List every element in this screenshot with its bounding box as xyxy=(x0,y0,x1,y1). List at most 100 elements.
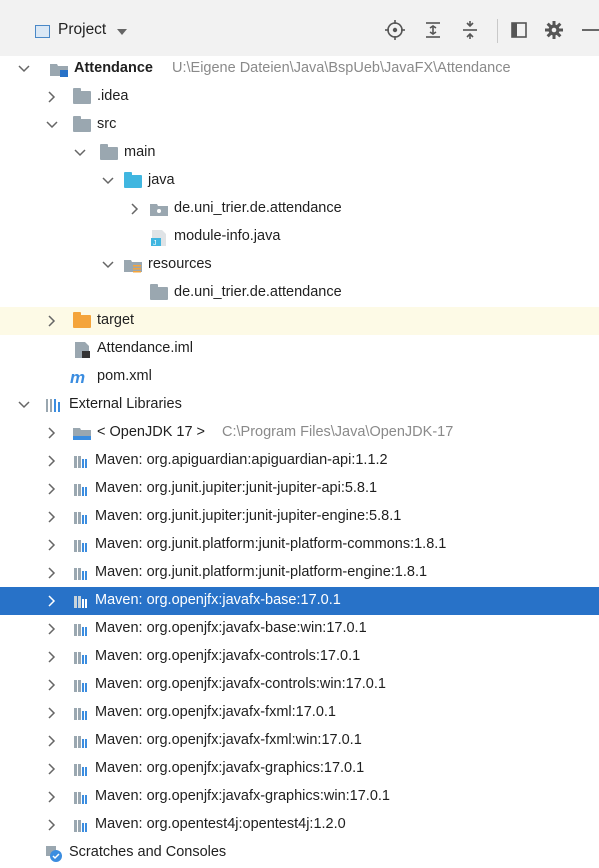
tree-row-external-libraries[interactable]: External Libraries xyxy=(0,391,599,419)
tree-row-library[interactable]: Maven: org.openjfx:javafx-controls:win:1… xyxy=(0,671,599,699)
maven-library-icon xyxy=(73,649,91,665)
chevron-down-icon[interactable] xyxy=(117,29,127,35)
tree-label: src xyxy=(97,116,117,132)
tree-label: java xyxy=(148,172,175,188)
chevron-right-icon[interactable] xyxy=(128,202,142,216)
tree-label: resources xyxy=(148,256,212,272)
tree-label: Attendance.iml xyxy=(97,340,193,356)
tree-label: Maven: org.junit.platform:junit-platform… xyxy=(95,564,428,580)
tree-row-idea[interactable]: .idea xyxy=(0,83,599,111)
chevron-right-icon[interactable] xyxy=(45,454,59,468)
minimize-icon[interactable] xyxy=(578,18,599,42)
resources-folder-icon xyxy=(124,257,142,273)
chevron-right-icon[interactable] xyxy=(45,762,59,776)
maven-library-icon xyxy=(73,733,91,749)
layout-icon[interactable] xyxy=(507,18,531,42)
tree-row-library[interactable]: Maven: org.junit.platform:junit-platform… xyxy=(0,559,599,587)
tree-label: Maven: org.openjfx:javafx-controls:win:1… xyxy=(95,676,386,692)
tree-row-src[interactable]: src xyxy=(0,111,599,139)
tree-row-library-selected[interactable]: Maven: org.openjfx:javafx-base:17.0.1 xyxy=(0,587,599,615)
tree-label: main xyxy=(124,144,156,160)
tree-row-jdk[interactable]: < OpenJDK 17 > C:\Program Files\Java\Ope… xyxy=(0,419,599,447)
tree-row-attendance[interactable]: Attendance U:\Eigene Dateien\Java\BspUeb… xyxy=(0,55,599,83)
chevron-right-icon[interactable] xyxy=(45,510,59,524)
maven-library-icon xyxy=(73,509,91,525)
maven-library-icon xyxy=(73,677,91,693)
locate-icon[interactable] xyxy=(383,18,407,42)
chevron-down-icon[interactable] xyxy=(101,258,115,272)
tree-label: Maven: org.junit.platform:junit-platform… xyxy=(95,536,447,552)
excluded-folder-icon xyxy=(73,312,91,328)
tree-row-package[interactable]: de.uni_trier.de.attendance xyxy=(0,195,599,223)
maven-library-icon xyxy=(73,593,91,609)
tree-row-resources[interactable]: resources xyxy=(0,251,599,279)
maven-library-icon xyxy=(73,817,91,833)
expand-all-icon[interactable] xyxy=(421,18,445,42)
tree-row-library[interactable]: Maven: org.openjfx:javafx-fxml:win:17.0.… xyxy=(0,727,599,755)
tree-row-library[interactable]: Maven: org.openjfx:javafx-controls:17.0.… xyxy=(0,643,599,671)
scratches-icon xyxy=(45,845,63,862)
chevron-down-icon[interactable] xyxy=(45,118,59,132)
tree-label: Maven: org.openjfx:javafx-base:17.0.1 xyxy=(95,592,341,608)
tree-row-library[interactable]: Maven: org.openjfx:javafx-graphics:17.0.… xyxy=(0,755,599,783)
tree-row-java[interactable]: java xyxy=(0,167,599,195)
jdk-icon xyxy=(73,425,91,441)
chevron-right-icon[interactable] xyxy=(45,314,59,328)
chevron-right-icon[interactable] xyxy=(45,594,59,608)
tree-row-library[interactable]: Maven: org.openjfx:javafx-base:win:17.0.… xyxy=(0,615,599,643)
source-folder-icon xyxy=(124,172,142,188)
chevron-right-icon[interactable] xyxy=(45,734,59,748)
tree-row-library[interactable]: Maven: org.junit.jupiter:junit-jupiter-a… xyxy=(0,475,599,503)
chevron-right-icon[interactable] xyxy=(45,650,59,664)
tree-row-library[interactable]: Maven: org.openjfx:javafx-graphics:win:1… xyxy=(0,783,599,811)
tree-path: C:\Program Files\Java\OpenJDK-17 xyxy=(222,424,454,440)
tree-row-resources-package[interactable]: de.uni_trier.de.attendance xyxy=(0,279,599,307)
chevron-right-icon[interactable] xyxy=(45,790,59,804)
chevron-right-icon[interactable] xyxy=(45,566,59,580)
chevron-right-icon[interactable] xyxy=(45,538,59,552)
tree-label: Attendance xyxy=(74,60,153,76)
tree-label: pom.xml xyxy=(97,368,152,384)
tree-label: de.uni_trier.de.attendance xyxy=(174,200,342,216)
tree-label: Maven: org.junit.jupiter:junit-jupiter-a… xyxy=(95,480,378,496)
module-file-icon xyxy=(73,341,91,358)
tree-label: Maven: org.openjfx:javafx-graphics:17.0.… xyxy=(95,760,365,776)
chevron-down-icon[interactable] xyxy=(101,174,115,188)
project-view-selector[interactable]: Project xyxy=(58,21,106,39)
chevron-right-icon[interactable] xyxy=(45,482,59,496)
tree-label: Maven: org.openjfx:javafx-fxml:17.0.1 xyxy=(95,704,336,720)
tree-row-module-info[interactable]: J module-info.java xyxy=(0,223,599,251)
folder-icon xyxy=(100,144,118,160)
chevron-down-icon[interactable] xyxy=(73,146,87,160)
tree-label: module-info.java xyxy=(174,228,281,244)
tree-label: Maven: org.openjfx:javafx-fxml:win:17.0.… xyxy=(95,732,362,748)
maven-library-icon xyxy=(73,761,91,777)
tree-label: Maven: org.openjfx:javafx-base:win:17.0.… xyxy=(95,620,367,636)
tree-path: U:\Eigene Dateien\Java\BspUeb\JavaFX\Att… xyxy=(172,60,511,76)
tree-row-library[interactable]: Maven: org.apiguardian:apiguardian-api:1… xyxy=(0,447,599,475)
tree-row-library[interactable]: Maven: org.openjfx:javafx-fxml:17.0.1 xyxy=(0,699,599,727)
tree-row-library[interactable]: Maven: org.junit.jupiter:junit-jupiter-e… xyxy=(0,503,599,531)
module-folder-icon xyxy=(50,61,68,77)
tree-row-library[interactable]: Maven: org.opentest4j:opentest4j:1.2.0 xyxy=(0,811,599,839)
tree-row-pom[interactable]: m pom.xml xyxy=(0,363,599,391)
chevron-right-icon[interactable] xyxy=(45,90,59,104)
chevron-right-icon[interactable] xyxy=(45,678,59,692)
project-toolbar: Project xyxy=(0,0,599,56)
chevron-right-icon[interactable] xyxy=(45,426,59,440)
chevron-right-icon[interactable] xyxy=(45,622,59,636)
tree-label: .idea xyxy=(97,88,129,104)
collapse-all-icon[interactable] xyxy=(458,18,482,42)
tree-row-main[interactable]: main xyxy=(0,139,599,167)
maven-library-icon xyxy=(73,621,91,637)
chevron-right-icon[interactable] xyxy=(45,818,59,832)
tree-row-library[interactable]: Maven: org.junit.platform:junit-platform… xyxy=(0,531,599,559)
gear-icon[interactable] xyxy=(542,18,566,42)
tree-row-scratches[interactable]: Scratches and Consoles xyxy=(0,839,599,867)
tree-row-target[interactable]: target xyxy=(0,307,599,335)
tree-row-iml[interactable]: Attendance.iml xyxy=(0,335,599,363)
chevron-down-icon[interactable] xyxy=(17,62,31,76)
toolbar-separator xyxy=(497,19,498,43)
chevron-right-icon[interactable] xyxy=(45,706,59,720)
chevron-down-icon[interactable] xyxy=(17,398,31,412)
